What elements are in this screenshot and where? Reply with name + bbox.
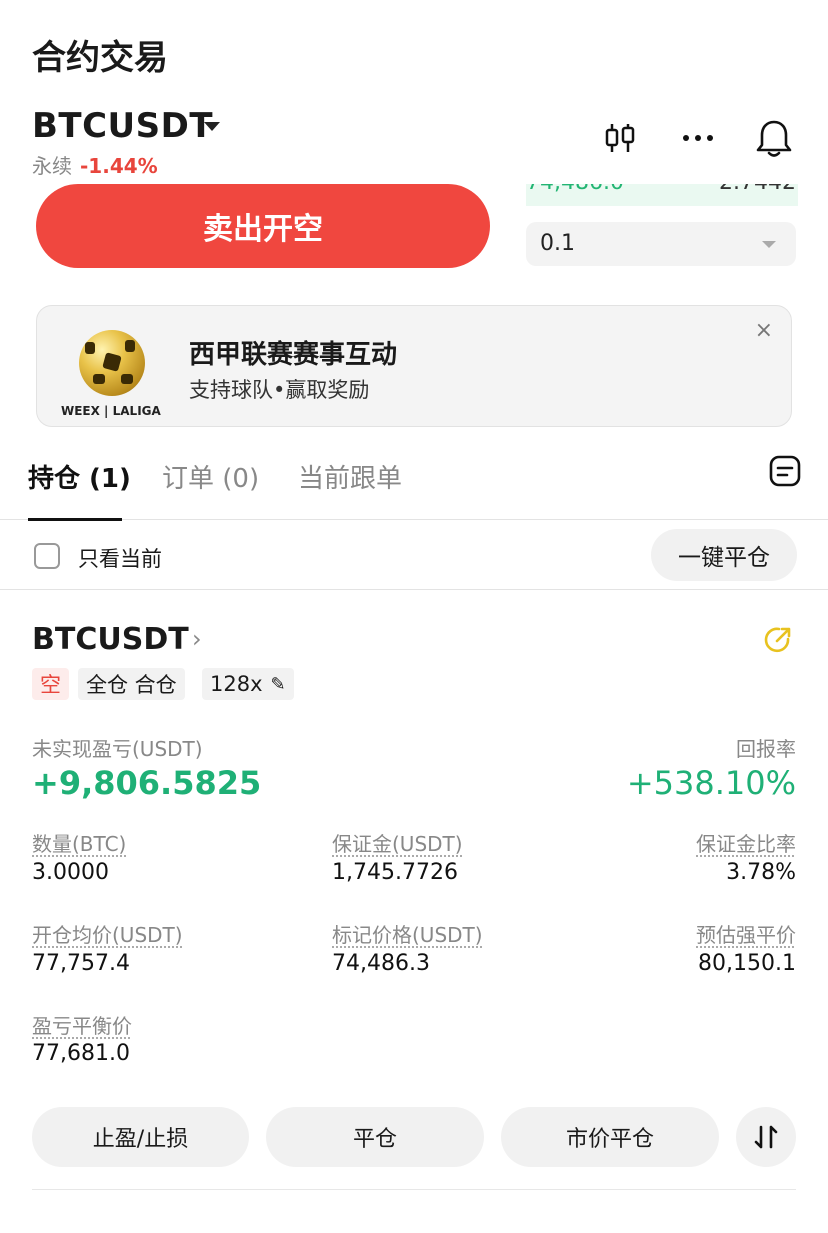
- edit-icon[interactable]: ✎: [271, 674, 286, 695]
- reverse-position-icon[interactable]: [736, 1107, 796, 1167]
- mark-price-value: 74,486.3: [332, 951, 430, 976]
- tpsl-button[interactable]: 止盈/止损: [32, 1107, 249, 1167]
- tab-copy-trading[interactable]: 当前跟单: [298, 458, 402, 495]
- sell-short-button[interactable]: 卖出开空: [36, 184, 490, 268]
- filter-row: 只看当前 一键平仓: [0, 520, 828, 590]
- side-badge: 空: [32, 668, 69, 700]
- leverage-badge[interactable]: 128x ✎: [202, 668, 294, 700]
- position-tabs: 持仓 (1) 订单 (0) 当前跟单: [0, 440, 828, 521]
- chevron-right-icon[interactable]: ›: [192, 625, 202, 653]
- breakeven-label[interactable]: 盈亏平衡价: [32, 1010, 132, 1039]
- margin-label[interactable]: 保证金(USDT): [332, 828, 463, 857]
- quantity-value: 0.1: [540, 231, 575, 256]
- market-close-button[interactable]: 市价平仓: [501, 1107, 719, 1167]
- price-change: -1.44%: [80, 154, 158, 178]
- roi-value: +538.10%: [626, 764, 796, 802]
- caret-down-icon[interactable]: [204, 122, 220, 131]
- contract-type: 永续: [32, 154, 72, 178]
- order-history-icon[interactable]: [768, 454, 802, 492]
- banner-subtitle: 支持球队•赢取奖励: [189, 378, 370, 402]
- entry-price-value: 77,757.4: [32, 951, 130, 976]
- entry-price-label[interactable]: 开仓均价(USDT): [32, 919, 183, 948]
- close-position-button[interactable]: 平仓: [266, 1107, 484, 1167]
- only-current-label[interactable]: 只看当前: [78, 543, 162, 573]
- orderbook-size: 2.7442: [719, 184, 796, 195]
- share-icon[interactable]: [762, 624, 794, 656]
- divider: [32, 1189, 796, 1190]
- margin-ratio-label[interactable]: 保证金比率: [696, 828, 796, 857]
- orderbook-row[interactable]: 74,486.0 2.7442: [526, 184, 798, 206]
- leverage-value: 128x: [210, 672, 263, 696]
- symbol-subinfo: 永续 -1.44%: [32, 150, 158, 179]
- candlestick-chart-icon[interactable]: [600, 118, 640, 158]
- soccer-ball-icon: [79, 330, 145, 396]
- tab-orders[interactable]: 订单 (0): [162, 458, 259, 495]
- banner-title: 西甲联赛赛事互动: [189, 340, 398, 370]
- position-symbol[interactable]: BTCUSDT: [32, 622, 189, 657]
- pnl-label: 未实现盈亏(USDT): [32, 737, 203, 761]
- more-icon[interactable]: [678, 118, 718, 158]
- breakeven-value: 77,681.0: [32, 1041, 130, 1066]
- margin-value: 1,745.7726: [332, 860, 458, 885]
- symbol-selector[interactable]: BTCUSDT: [32, 106, 213, 146]
- only-current-checkbox[interactable]: [34, 543, 60, 569]
- liq-price-label[interactable]: 预估强平价: [696, 919, 796, 948]
- margin-mode-badge: 全仓 合仓: [78, 668, 185, 700]
- bell-icon[interactable]: [754, 118, 794, 158]
- margin-ratio-value: 3.78%: [726, 860, 796, 885]
- roi-label: 回报率: [736, 737, 796, 761]
- quantity-value: 3.0000: [32, 860, 109, 885]
- promo-banner[interactable]: WEEX | LALIGA 西甲联赛赛事互动 支持球队•赢取奖励 ×: [36, 305, 792, 427]
- close-all-button[interactable]: 一键平仓: [651, 529, 797, 581]
- liq-price-value: 80,150.1: [698, 951, 796, 976]
- tab-positions[interactable]: 持仓 (1): [28, 458, 131, 495]
- quantity-label[interactable]: 数量(BTC): [32, 828, 126, 857]
- page-title: 合约交易: [32, 38, 168, 78]
- quantity-select[interactable]: 0.1: [526, 222, 796, 266]
- chevron-down-icon: [762, 241, 776, 248]
- mark-price-label[interactable]: 标记价格(USDT): [332, 919, 483, 948]
- banner-brand: WEEX | LALIGA: [61, 404, 161, 418]
- close-icon[interactable]: ×: [755, 318, 773, 343]
- unrealized-pnl: +9,806.5825: [32, 764, 262, 802]
- orderbook-price: 74,486.0: [526, 184, 624, 195]
